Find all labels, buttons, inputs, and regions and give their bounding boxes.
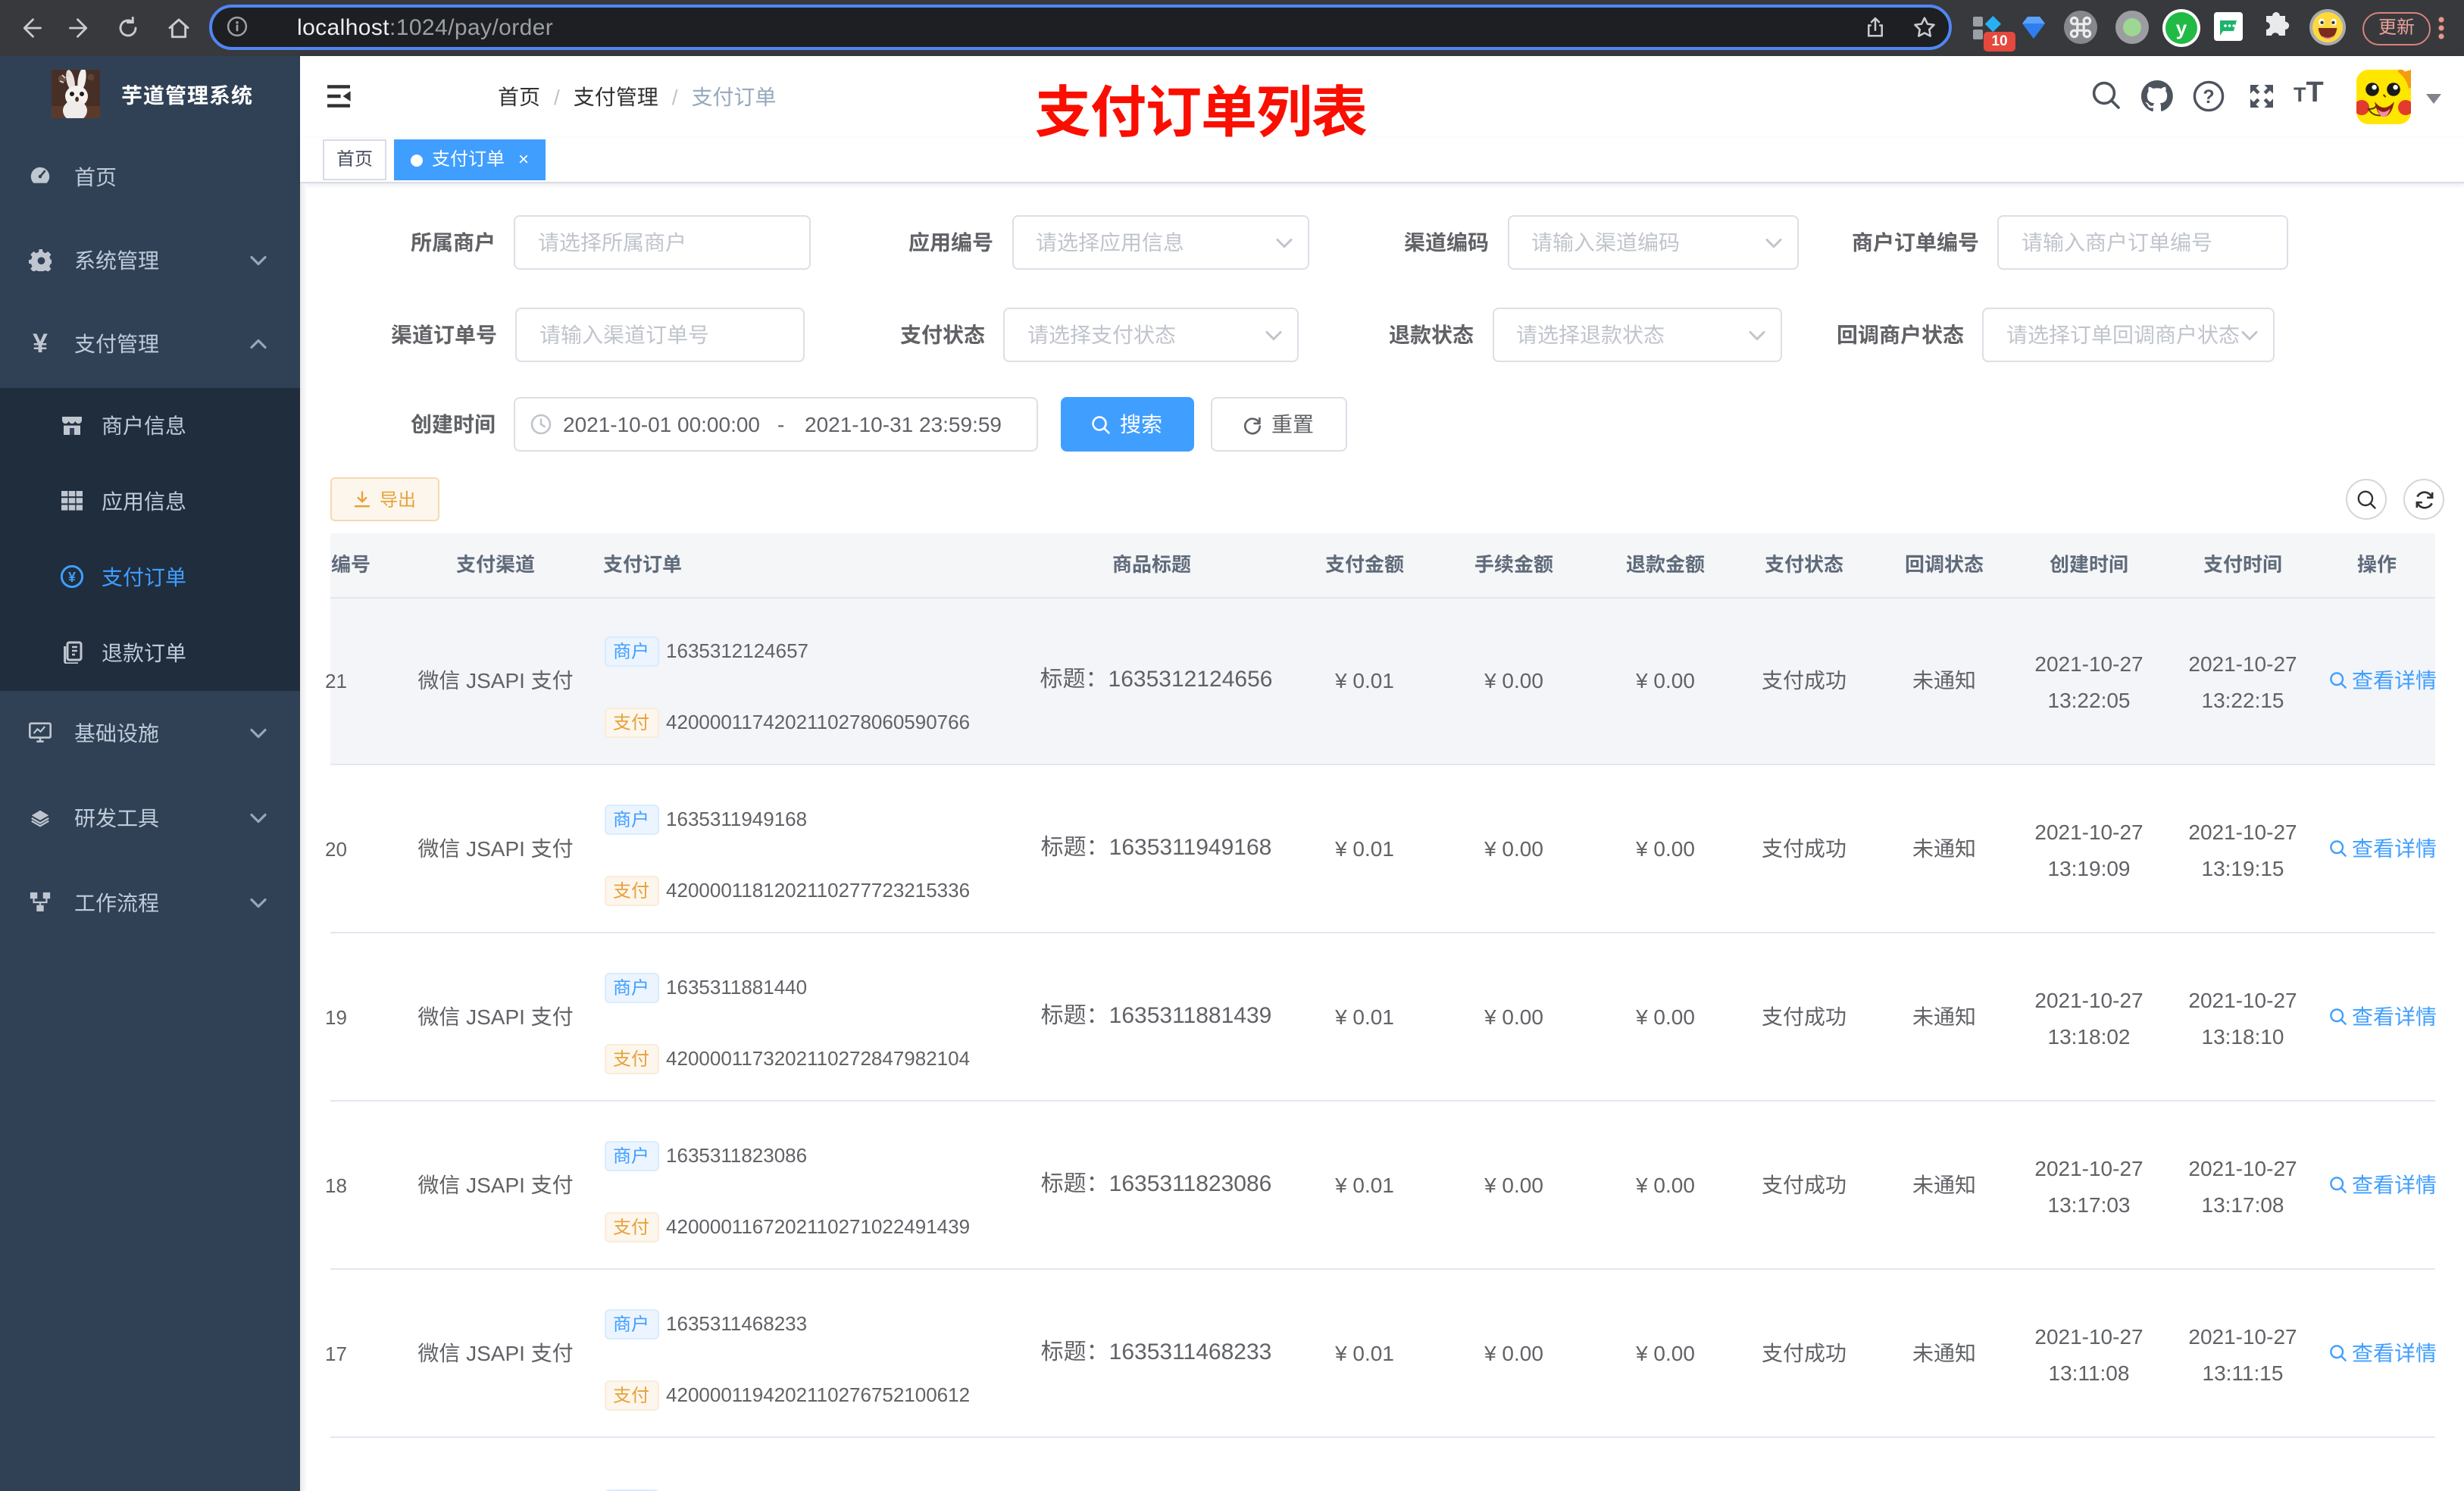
svg-text:y: y xyxy=(2176,16,2187,39)
svg-text:¥: ¥ xyxy=(68,570,76,585)
svg-text:¥: ¥ xyxy=(32,332,47,355)
svg-text:?: ? xyxy=(2203,86,2214,108)
